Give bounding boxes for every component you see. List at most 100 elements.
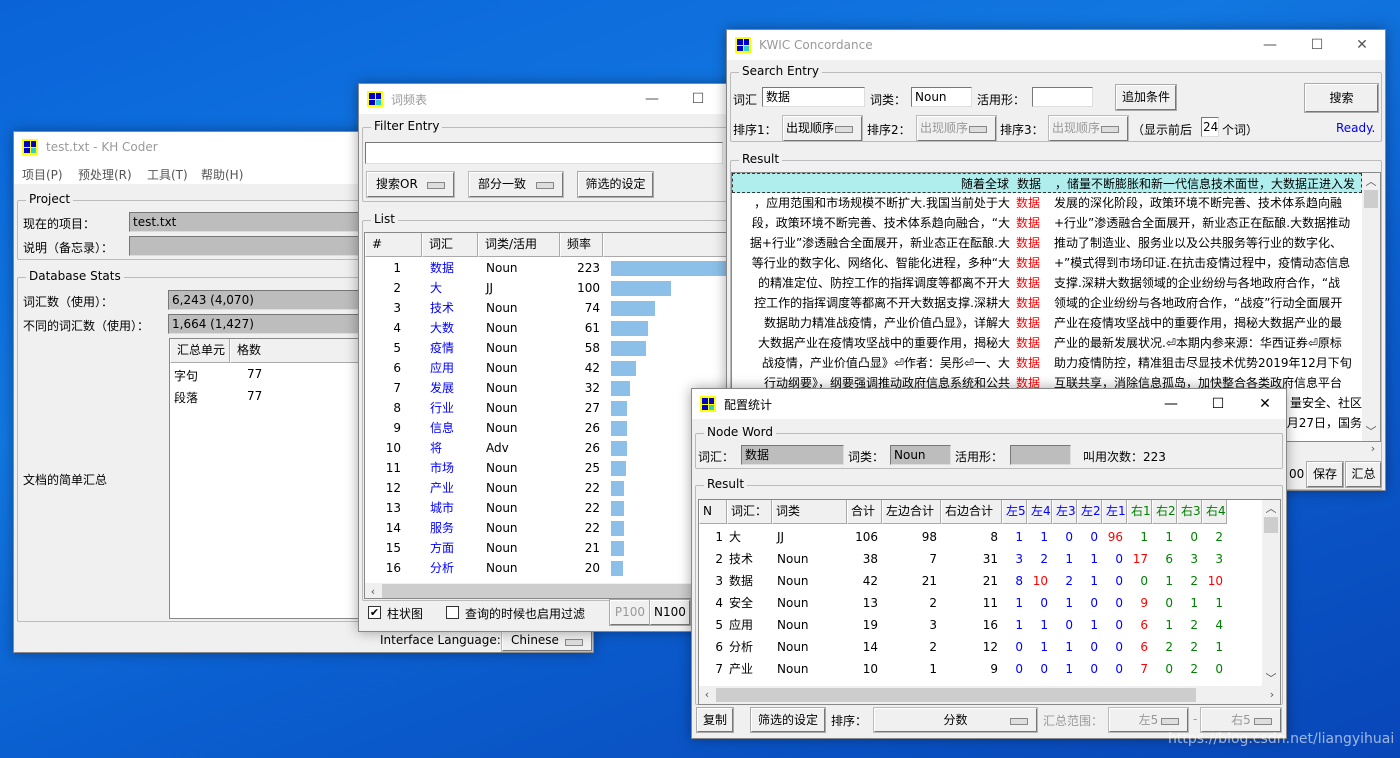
horizontal-scrollbar[interactable]: ‹ › [699,686,1280,704]
col-header[interactable]: 汇总单元 [170,339,230,363]
match-mode-dropdown[interactable]: 部分一致 [468,171,564,198]
concordance-line[interactable]: 战疫情，产业价值凸显》⏎作者：吴彤⏎一、大 数据 助力疫情防控，精准狙击尽显技术优势… [732,353,1362,373]
scrollbar-thumb[interactable] [716,688,1196,702]
title-bar[interactable]: 配置统计 — ☐ ✕ [692,389,1286,419]
menu-preprocess[interactable]: 预处理(R) [78,166,132,183]
cell-word[interactable]: 大数 [430,318,454,338]
conj-input[interactable] [1032,87,1093,107]
concordance-line[interactable]: 据+行业”渗透融合全面展开，新业态正在酝酿.大 数据 推动了制造业、服务业以及公共服… [732,233,1362,253]
table-row[interactable]: 2 大 JJ 100 [365,278,733,298]
node-word[interactable]: 数据 [1016,213,1040,233]
maximize-button[interactable]: ☐ [1294,30,1340,60]
node-word[interactable]: 数据 [1016,233,1040,253]
table-row[interactable]: 14 服务 Noun 22 [365,518,733,538]
range-from-dropdown[interactable]: 左5 [1108,707,1189,733]
bar-chart-checkbox[interactable]: ✔ [368,606,381,619]
concordance-line[interactable]: 随着全球 数据 ，储量不断膨胀和新一代信息技术面世，大数据正进入发 [732,173,1362,193]
concordance-line[interactable]: 的精准定位、防控工作的指挥调度等都离不开大 数据 支撑.深耕大数据领域的企业纷纷与各… [732,273,1362,293]
concordance-line[interactable]: 数据助力精准战疫情，产业价值凸显》，详解大 数据 产业在疫情攻坚战中的重要作用，揭秘… [732,313,1362,333]
cell-word[interactable]: 行业 [430,398,454,418]
maximize-button[interactable]: ☐ [675,84,721,114]
sort3-dropdown[interactable]: 出现顺序 [1048,115,1129,142]
col-header[interactable]: 右边合计 [941,500,1002,524]
cell-word[interactable]: 发展 [430,378,454,398]
span-input[interactable]: 24 [1201,117,1219,137]
cell-word[interactable]: 数据 [430,258,454,278]
col-header[interactable]: N [699,500,727,524]
menu-help[interactable]: 帮助(H) [201,166,243,183]
concordance-line[interactable]: 等行业的数字化、网络化、智能化进程，多种“大 数据 +”模式得到市场印证.在抗击疫情… [732,253,1362,273]
scroll-right-icon[interactable]: › [1365,442,1381,455]
concordance-line[interactable]: 控工作的指挥调度等都离不开大数据支撑.深耕大 数据 领域的企业纷纷与各地政府合作，“… [732,293,1362,313]
scroll-left-icon[interactable]: ‹ [365,585,381,598]
maximize-button[interactable]: ☐ [1195,389,1241,419]
summary-button[interactable]: 汇总 [1345,461,1382,488]
table-row[interactable]: 5 应用 Noun 19 3 16 1 1 0 1 0 6 1 2 4 [699,614,1262,636]
cell-word[interactable]: 将 [430,438,442,458]
concordance-line[interactable]: ，应用范围和市场规模不断扩大.我国当前处于大 数据 发展的深化阶段，政策环境不断完善… [732,193,1362,213]
scroll-up-icon[interactable]: ︿ [1363,173,1379,189]
table-row[interactable]: 8 行业 Noun 27 [365,398,733,418]
node-word[interactable]: 数据 [1017,174,1041,192]
table-row[interactable]: 13 城市 Noun 22 [365,498,733,518]
node-word[interactable]: 数据 [1016,293,1040,313]
title-bar[interactable]: KWIC Concordance — ☐ ✕ [727,30,1385,60]
vertical-scrollbar[interactable]: ︿ ﹀ [1362,173,1380,441]
col-header[interactable]: 左边合计 [882,500,941,524]
range-to-dropdown[interactable]: 右5 [1200,707,1282,733]
p100-button[interactable]: P100 [609,599,651,626]
concordance-line[interactable]: 大数据产业在疫情攻坚战中的重要作用，揭秘大 数据 产业的最新发展状况.⏎本期内参来源… [732,333,1362,353]
table-row[interactable]: 4 大数 Noun 61 [365,318,733,338]
interface-language-dropdown[interactable]: Chinese [501,628,593,652]
filter-settings-button[interactable]: 筛选的设定 [577,171,654,198]
minimize-button[interactable]: — [1247,30,1293,60]
table-row[interactable]: 4 安全 Noun 13 2 11 1 0 1 0 0 9 0 1 1 [699,592,1262,614]
copy-button[interactable]: 复制 [696,707,734,733]
col-header[interactable]: 右2 [1152,500,1177,524]
cell-word[interactable]: 应用 [430,358,454,378]
cell-word[interactable]: 技术 [430,298,454,318]
scroll-up-icon[interactable]: ︿ [1263,500,1279,516]
table-row[interactable]: 11 市场 Noun 25 [365,458,733,478]
node-word[interactable]: 数据 [1016,273,1040,293]
n100-button[interactable]: N100 [649,599,691,626]
col-header[interactable]: 右3 [1177,500,1202,524]
table-row[interactable]: 15 方面 Noun 21 [365,538,733,558]
cell-word[interactable]: 疫情 [430,338,454,358]
node-word[interactable]: 数据 [1016,313,1040,333]
minimize-button[interactable]: — [1148,389,1194,419]
table-row[interactable]: 3 技术 Noun 74 [365,298,733,318]
col-header[interactable]: 右4 [1202,500,1227,524]
cell-word[interactable]: 分析 [430,558,454,578]
cell-word[interactable]: 市场 [430,458,454,478]
concordance-line[interactable]: 段，政策环境不断完善、技术体系趋向融合，“大 数据 +行业”渗透融合全面展开，新业态… [732,213,1362,233]
scrollbar-thumb[interactable] [1264,517,1278,533]
menu-tools[interactable]: 工具(T) [147,166,188,183]
table-row[interactable]: 1 大 JJ 106 98 8 1 1 0 0 96 1 1 0 2 [699,526,1262,548]
filter-on-query-checkbox[interactable] [446,606,459,619]
table-row[interactable]: 12 产业 Noun 22 [365,478,733,498]
scrollbar-thumb[interactable] [382,584,733,598]
table-row[interactable]: 9 信息 Noun 26 [365,418,733,438]
filter-settings-button[interactable]: 筛选的设定 [750,707,826,733]
col-header-pos[interactable]: 词类/活用 [478,233,560,257]
col-header[interactable]: 词汇： [727,500,772,524]
col-header[interactable]: 左2 [1077,500,1102,524]
cell-word[interactable]: 产业 [430,478,454,498]
col-header[interactable]: 左4 [1027,500,1052,524]
col-header[interactable]: 左5 [1002,500,1027,524]
search-mode-dropdown[interactable]: 搜索OR [366,171,455,198]
add-condition-button[interactable]: 追加条件 [1115,84,1177,111]
col-header[interactable]: 左3 [1052,500,1077,524]
scroll-down-icon[interactable]: ﹀ [1263,670,1279,686]
node-word[interactable]: 数据 [1016,253,1040,273]
save-button[interactable]: 保存 [1306,461,1344,488]
table-row[interactable]: 6 应用 Noun 42 [365,358,733,378]
vertical-scrollbar[interactable]: ︿ ﹀ [1262,500,1280,688]
table-row[interactable]: 1 数据 Noun 223 [365,258,733,278]
table-row[interactable]: 6 分析 Noun 14 2 12 0 1 1 0 0 6 2 2 1 [699,636,1262,658]
close-button[interactable]: ✕ [1242,389,1286,419]
sort2-dropdown[interactable]: 出现顺序 [916,115,997,142]
horizontal-scrollbar[interactable]: ‹ [365,583,733,598]
sort-dropdown[interactable]: 分数 [873,707,1038,733]
